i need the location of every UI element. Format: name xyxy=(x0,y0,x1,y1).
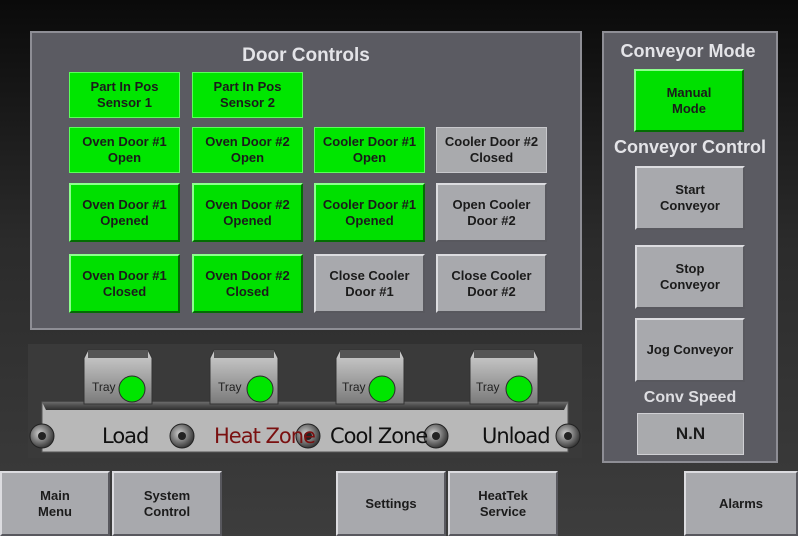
tray-cool-zone-indicator xyxy=(368,375,396,403)
close-cooler-door-1-button[interactable]: Close Cooler Door #1 xyxy=(314,254,425,313)
zone-label-heat-zone: Heat Zone xyxy=(214,424,316,448)
conv-speed-value: N.N xyxy=(637,413,744,455)
alarms-button[interactable]: Alarms xyxy=(684,471,798,536)
tray-label-load: Tray xyxy=(92,380,116,394)
tray-label-cool-zone: Tray xyxy=(342,380,366,394)
part-in-pos-sensor-2-indicator: Part In Pos Sensor 2 xyxy=(192,72,303,118)
start-conveyor-button[interactable]: Start Conveyor xyxy=(635,166,745,230)
zone-label-unload: Unload xyxy=(482,424,551,448)
open-cooler-door-2-button[interactable]: Open Cooler Door #2 xyxy=(436,183,547,242)
cooler-door-1-open-indicator: Cooler Door #1 Open xyxy=(314,127,425,173)
close-cooler-door-2-button[interactable]: Close Cooler Door #2 xyxy=(436,254,547,313)
tray-unload xyxy=(469,349,539,405)
cooler-door-1-opened-button[interactable]: Cooler Door #1 Opened xyxy=(314,183,425,242)
tray-label-heat-zone: Tray xyxy=(218,380,242,394)
tray-unload-indicator xyxy=(505,375,533,403)
stop-conveyor-button[interactable]: Stop Conveyor xyxy=(635,245,745,309)
tray-load-indicator xyxy=(118,375,146,403)
system-control-button[interactable]: System Control xyxy=(112,471,222,536)
zone-label-load: Load xyxy=(102,424,149,448)
main-menu-button[interactable]: Main Menu xyxy=(0,471,110,536)
part-in-pos-sensor-1-indicator: Part In Pos Sensor 1 xyxy=(69,72,180,118)
cooler-door-2-closed-indicator: Cooler Door #2 Closed xyxy=(436,127,547,173)
heattek-service-button[interactable]: HeatTek Service xyxy=(448,471,558,536)
tray-heat-zone xyxy=(209,349,279,405)
manual-mode-button[interactable]: Manual Mode xyxy=(634,69,744,132)
tray-load xyxy=(83,349,153,405)
conv-speed-label: Conv Speed xyxy=(643,389,737,406)
zone-label-cool-zone: Cool Zone xyxy=(330,424,428,448)
oven-door-2-closed-button[interactable]: Oven Door #2 Closed xyxy=(192,254,303,313)
conveyor-mode-title: Conveyor Mode xyxy=(620,41,756,61)
door-controls-title: Door Controls xyxy=(242,45,370,66)
conveyor-control-title: Conveyor Control xyxy=(613,137,766,157)
oven-door-1-opened-button[interactable]: Oven Door #1 Opened xyxy=(69,183,180,242)
oven-door-1-closed-button[interactable]: Oven Door #1 Closed xyxy=(69,254,180,313)
oven-door-1-open-indicator: Oven Door #1 Open xyxy=(69,127,180,173)
jog-conveyor-button[interactable]: Jog Conveyor xyxy=(635,318,745,382)
settings-button[interactable]: Settings xyxy=(336,471,446,536)
tray-heat-zone-indicator xyxy=(246,375,274,403)
oven-door-2-open-indicator: Oven Door #2 Open xyxy=(192,127,303,173)
tray-label-unload: Tray xyxy=(476,380,500,394)
oven-door-2-opened-button[interactable]: Oven Door #2 Opened xyxy=(192,183,303,242)
tray-cool-zone xyxy=(335,349,405,405)
